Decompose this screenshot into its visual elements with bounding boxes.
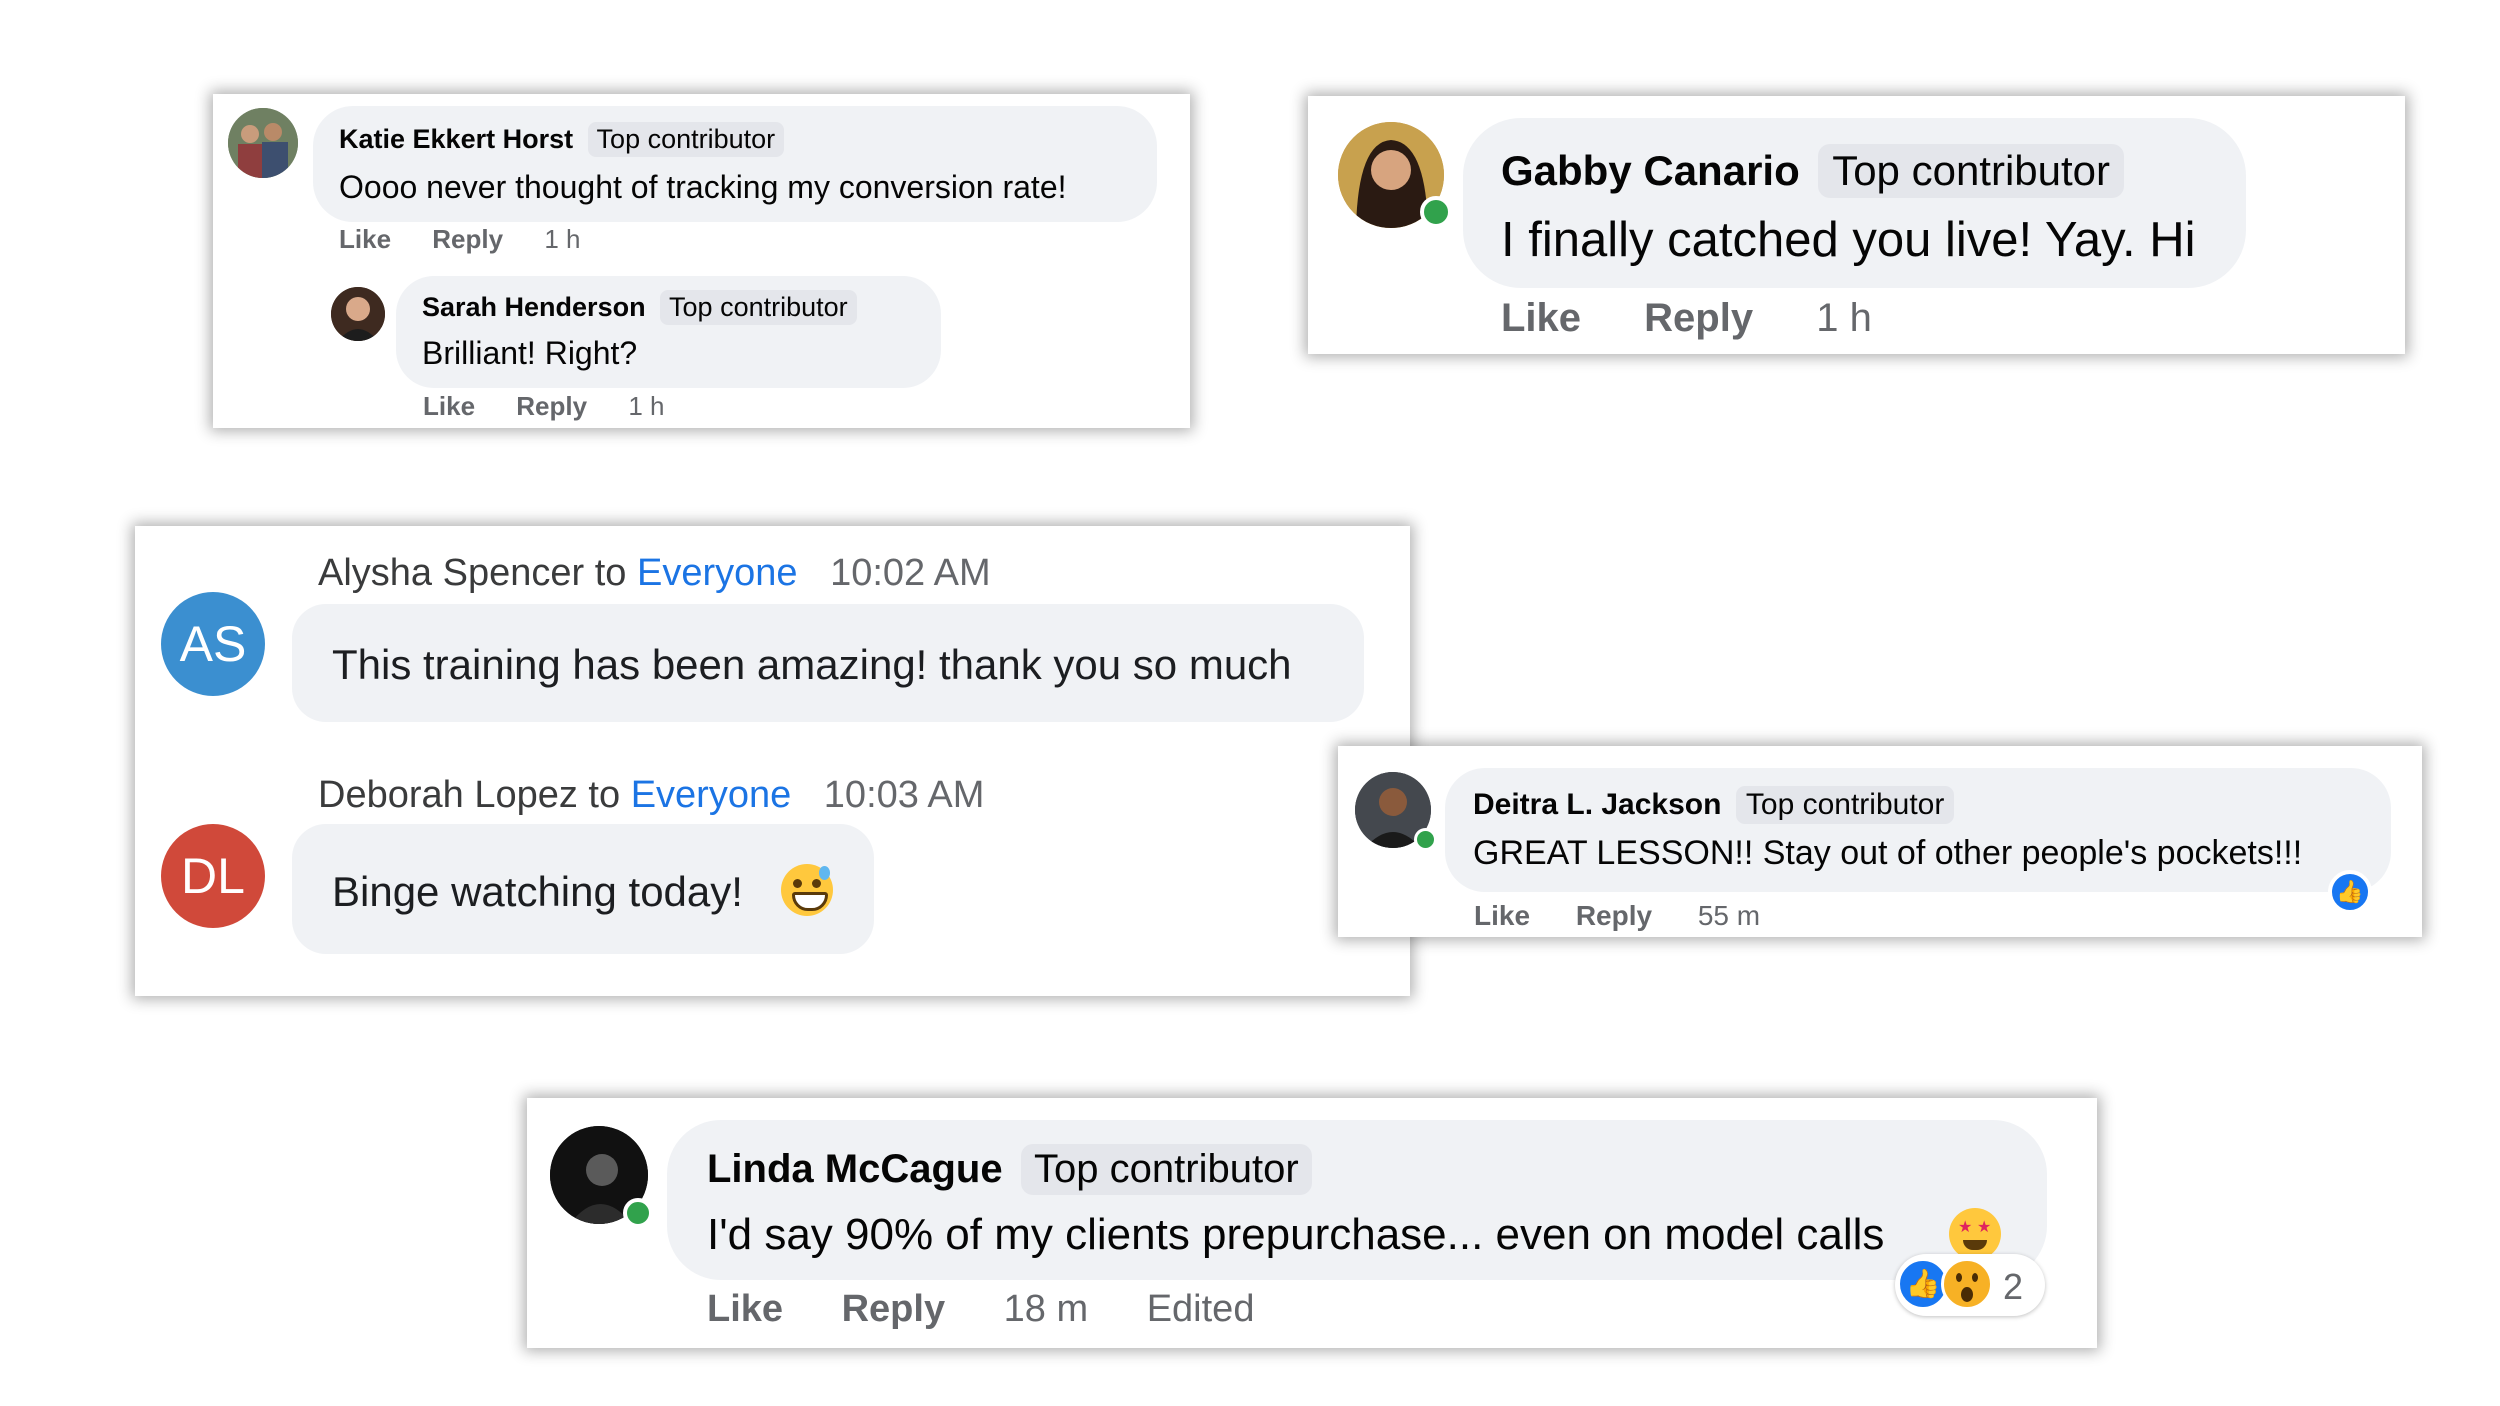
recipient-link[interactable]: Everyone [637,552,798,594]
comment-card-deitra: Deitra L. Jackson Top contributor GREAT … [1338,746,2422,937]
comment-actions: Like Reply 18 m Edited [707,1288,1254,1331]
comment-actions: Like Reply 1 h [1501,296,1872,341]
chat-text: This training has been amazing! thank yo… [332,641,1292,688]
reply-timestamp[interactable]: 1 h [628,391,664,422]
clipped-previous-actions [1468,746,1808,748]
family-photo-icon [228,108,298,178]
commenter-name[interactable]: Linda McCague [707,1147,1003,1191]
reply-bubble: Sarah Henderson Top contributor Brillian… [396,276,941,388]
avatar[interactable] [228,108,298,178]
commenter-name[interactable]: Gabby Canario [1501,147,1800,194]
reply-button[interactable]: Reply [432,224,503,255]
to-label: to [588,774,621,816]
like-button[interactable]: Like [423,391,475,422]
reply-button[interactable]: Reply [1576,900,1652,932]
chat-message-header: Alysha Spencer to Everyone 10:02 AM [318,552,991,595]
woman-portrait-icon [331,287,385,341]
chat-panel: Alysha Spencer to Everyone 10:02 AM AS T… [135,526,1410,996]
wow-reaction-icon [1941,1258,1993,1310]
reply-button[interactable]: Reply [1644,296,1753,341]
reply-avatar[interactable] [331,287,385,341]
comment-timestamp[interactable]: 1 h [1816,296,1872,341]
chat-text: Binge watching today! [332,868,743,915]
comment-bubble: Katie Ekkert Horst Top contributor Oooo … [313,106,1157,222]
comment-text: GREAT LESSON!! Stay out of other people'… [1473,834,2303,872]
thumbs-up-reaction-icon[interactable]: 👍 [2328,870,2372,914]
comment-bubble: Deitra L. Jackson Top contributor GREAT … [1445,768,2391,892]
reply-text: Brilliant! Right? [422,335,638,371]
comment-bubble: Linda McCague Top contributor I'd say 90… [667,1120,2047,1280]
chat-bubble: This training has been amazing! thank yo… [292,604,1364,722]
grinning-sweat-emoji [781,864,833,916]
online-status-dot [1420,196,1452,228]
reply-button[interactable]: Reply [842,1288,945,1331]
comment-text: Oooo never thought of tracking my conver… [339,169,1067,205]
chat-bubble: Binge watching today! [292,824,874,954]
like-button[interactable]: Like [707,1288,783,1331]
top-contributor-badge: Top contributor [1021,1144,1312,1195]
comment-card-katie: Katie Ekkert Horst Top contributor Oooo … [213,94,1190,428]
online-status-dot [623,1198,653,1228]
initials-avatar[interactable]: DL [161,824,265,928]
comment-card-gabby: Gabby Canario Top contributor I finally … [1308,96,2405,354]
commenter-name[interactable]: Deitra L. Jackson [1473,788,1721,821]
initials-avatar[interactable]: AS [161,592,265,696]
comment-text: I'd say 90% of my clients prepurchase...… [707,1210,1885,1259]
commenter-name[interactable]: Katie Ekkert Horst [339,124,573,154]
message-time: 10:03 AM [823,774,985,816]
comment-text: I finally catched you live! Yay. Hi [1501,213,2196,267]
reaction-count: 2 [2003,1266,2024,1307]
top-contributor-badge: Top contributor [1818,144,2125,198]
like-button[interactable]: Like [1501,296,1581,341]
comment-bubble: Gabby Canario Top contributor I finally … [1463,118,2246,288]
reply-actions: Like Reply 1 h [423,391,664,422]
top-contributor-badge: Top contributor [660,290,857,325]
online-status-dot [1414,828,1437,851]
comment-timestamp[interactable]: 18 m [1004,1288,1088,1331]
like-button[interactable]: Like [339,224,391,255]
message-time: 10:02 AM [830,552,991,594]
top-contributor-badge: Top contributor [1735,786,1955,824]
like-button[interactable]: Like [1474,900,1530,932]
reaction-summary[interactable]: 👍 2 [1895,1254,2045,1316]
star-struck-emoji: ★ ★ [1949,1208,2001,1260]
top-contributor-badge: Top contributor [587,122,785,157]
edited-label[interactable]: Edited [1147,1288,1255,1331]
recipient-link[interactable]: Everyone [631,774,792,816]
chat-message-header: Deborah Lopez to Everyone 10:03 AM [318,774,984,817]
sender-name: Alysha Spencer [318,552,585,594]
comment-actions: Like Reply 55 m [1474,900,1760,932]
comment-actions: Like Reply 1 h [339,224,580,255]
reply-button[interactable]: Reply [516,391,587,422]
comment-card-linda: Linda McCague Top contributor I'd say 90… [527,1098,2097,1348]
sender-name: Deborah Lopez [318,774,578,816]
comment-timestamp[interactable]: 1 h [544,224,580,255]
to-label: to [594,552,627,594]
replier-name[interactable]: Sarah Henderson [422,292,646,322]
comment-timestamp[interactable]: 55 m [1698,900,1760,932]
